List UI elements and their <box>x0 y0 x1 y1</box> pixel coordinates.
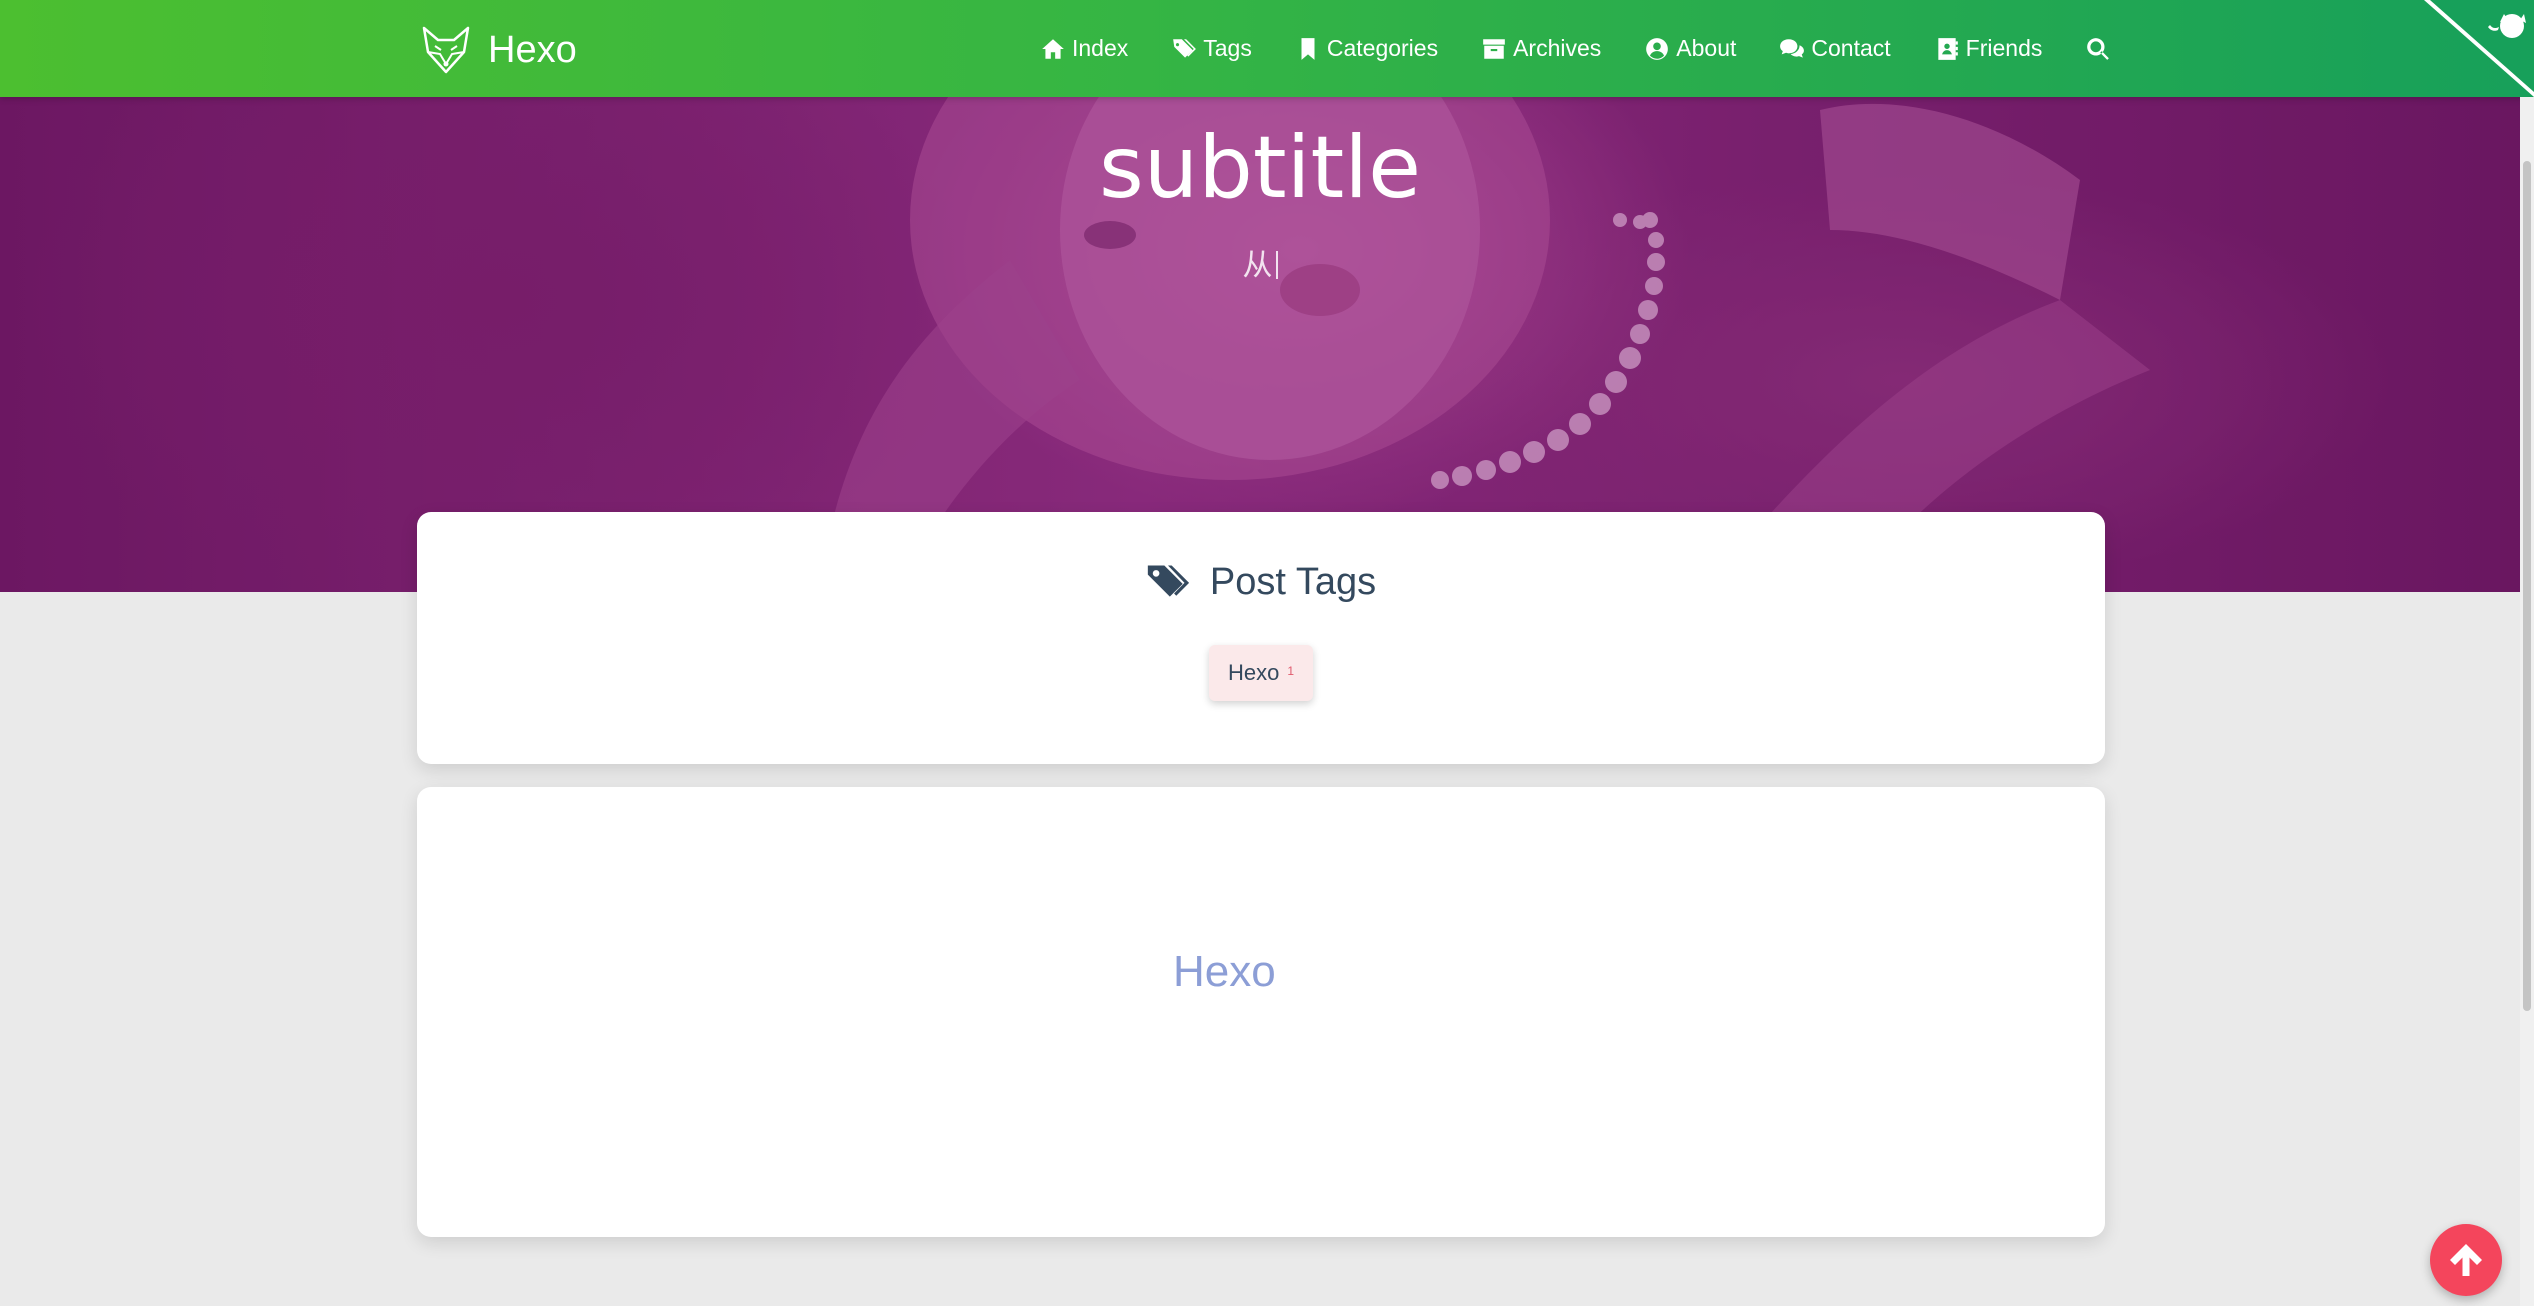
nav-item-about[interactable]: About <box>1644 35 1736 62</box>
tags-icon <box>1147 565 1189 597</box>
brand-name: Hexo <box>488 28 577 71</box>
nav-item-contact[interactable]: Contact <box>1779 35 1891 62</box>
post-tags-card: Post Tags Hexo 1 <box>417 512 2105 764</box>
hero-typed-text: 从 <box>0 248 2520 284</box>
address-book-icon <box>1938 37 1958 60</box>
back-to-top-button[interactable] <box>2430 1224 2502 1296</box>
nav-item-label: Index <box>1072 35 1129 61</box>
post-tags-header: Post Tags <box>417 560 2105 604</box>
nav-item-label: About <box>1676 35 1737 61</box>
nav-item-label: Contact <box>1811 35 1891 61</box>
nav-item-label: Tags <box>1203 35 1252 61</box>
hero-typed-text-value: 从 <box>1242 248 1273 283</box>
search-button[interactable] <box>2085 36 2117 62</box>
comments-icon <box>1780 38 1805 58</box>
bookmark-icon <box>1301 37 1315 60</box>
user-circle-icon <box>1646 37 1669 60</box>
archive-icon <box>1483 38 1505 59</box>
search-icon <box>2087 37 2110 60</box>
page-scrollbar[interactable] <box>2520 97 2534 1306</box>
scrollbar-thumb[interactable] <box>2523 161 2531 1011</box>
nav-item-label: Categories <box>1326 35 1439 61</box>
tag-chip-count: 1 <box>1287 664 1295 678</box>
nav-item-label: Friends <box>1965 35 2043 61</box>
tags-icon <box>1173 38 1197 58</box>
github-corner-link[interactable] <box>2424 0 2534 97</box>
nav-menu: Index Tags Categories Archives About Con… <box>1040 0 2160 97</box>
nav-item-categories[interactable]: Categories <box>1295 35 1438 62</box>
nav-item-tags[interactable]: Tags <box>1171 35 1252 62</box>
nav-item-label: Archives <box>1513 35 1602 61</box>
tag-chip-hexo[interactable]: Hexo 1 <box>1209 645 1313 701</box>
nav-item-archives[interactable]: Archives <box>1481 35 1601 62</box>
arrow-up-icon <box>2450 1244 2482 1276</box>
home-icon <box>1042 38 1064 59</box>
post-tags-title: Post Tags <box>1209 560 1377 603</box>
nav-item-friends[interactable]: Friends <box>1934 35 2043 62</box>
nav-item-index[interactable]: Index <box>1040 35 1128 62</box>
top-navbar: Hexo Index Tags Categories Archives Abou… <box>0 0 2534 97</box>
brand-link[interactable]: Hexo <box>420 22 577 78</box>
tag-chip-label: Hexo <box>1227 660 1280 685</box>
fox-logo-icon <box>422 26 470 74</box>
tag-cloud-card: Hexo <box>417 787 2105 1237</box>
tag-cloud-word[interactable]: Hexo <box>1173 947 1276 997</box>
hero-title: subtitle <box>1098 118 1422 218</box>
typing-cursor <box>1275 251 1278 279</box>
